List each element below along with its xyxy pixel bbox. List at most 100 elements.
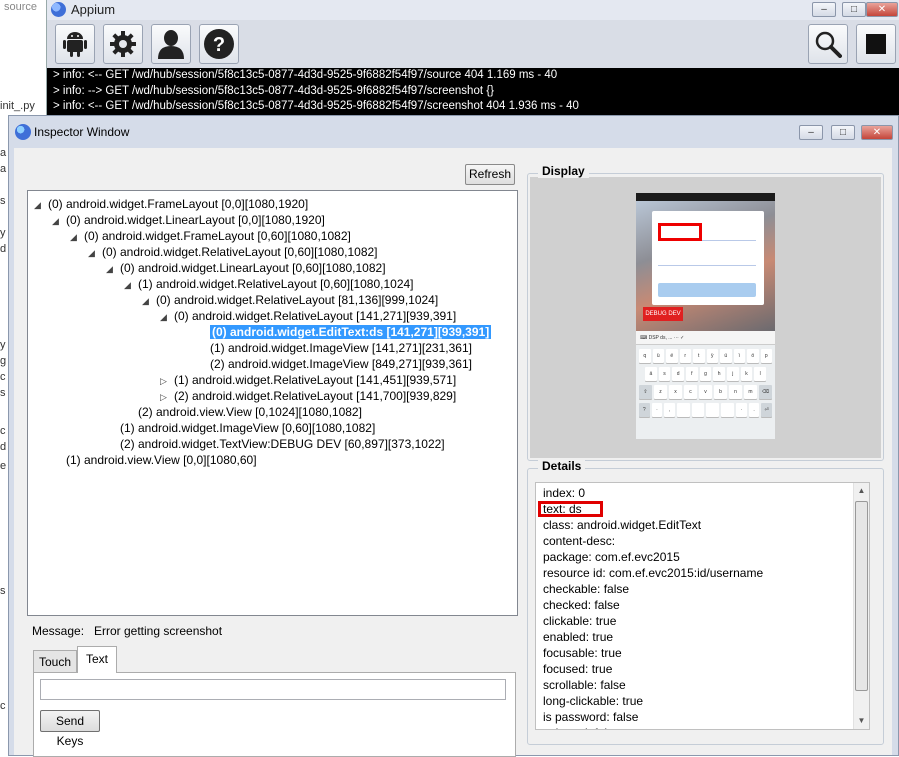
tree-node[interactable]: (2) android.view.View [0,1024][1080,1082… xyxy=(124,404,362,420)
detail-row: selected: false xyxy=(543,725,849,729)
keyboard-key: q xyxy=(639,349,651,363)
android-settings-button[interactable] xyxy=(55,24,95,64)
detail-row: package: com.ef.evc2015 xyxy=(543,550,680,564)
collapse-arrow-icon[interactable]: ◢ xyxy=(160,309,174,325)
collapse-arrow-icon[interactable]: ◢ xyxy=(88,245,102,261)
log-line: > info: --> GET /wd/hub/session/5f8c13c5… xyxy=(53,84,494,97)
scroll-up-icon[interactable]: ▲ xyxy=(854,483,869,499)
help-icon: ? xyxy=(204,29,234,59)
keyboard-key: · xyxy=(651,403,663,417)
keyboard-key: g xyxy=(699,367,712,381)
tree-node[interactable]: (2) android.widget.TextView:DEBUG DEV [6… xyxy=(106,436,445,452)
log-line: > info: <-- GET /wd/hub/session/5f8c13c5… xyxy=(53,69,558,81)
tree-node[interactable]: ◢ (0) android.widget.FrameLayout [0,0][10… xyxy=(34,196,308,212)
inspector-button[interactable] xyxy=(808,24,848,64)
collapse-arrow-icon[interactable]: ◢ xyxy=(106,261,120,277)
collapse-arrow-icon[interactable]: ◢ xyxy=(142,293,156,309)
collapse-arrow-icon[interactable]: ◢ xyxy=(52,213,66,229)
editor-text-fragment: a xyxy=(0,163,7,175)
refresh-button[interactable]: Refresh xyxy=(465,164,515,185)
keyboard-key: d xyxy=(672,367,685,381)
collapse-arrow-icon[interactable]: ◢ xyxy=(70,229,84,245)
send-keys-input[interactable] xyxy=(40,679,506,700)
tree-node[interactable]: (1) android.widget.ImageView [141,271][2… xyxy=(196,340,472,356)
appium-maximize-button[interactable]: □ xyxy=(842,2,866,17)
help-button[interactable]: ? xyxy=(199,24,239,64)
tree-node[interactable]: (2) android.widget.ImageView [849,271][9… xyxy=(196,356,472,372)
editor-text-fragment: y xyxy=(0,227,6,239)
details-list-box[interactable]: index: 0 text: ds class: android.widget.Ed… xyxy=(535,482,870,730)
keyboard-key: ÿ xyxy=(706,349,718,363)
inspector-titlebar: Inspector Window – □ ✕ xyxy=(9,116,898,146)
keyboard-key: · xyxy=(736,403,747,417)
tree-node[interactable]: ◢ (0) android.widget.RelativeLayout [141,… xyxy=(160,308,456,324)
editor-text-fragment: c xyxy=(0,425,6,437)
tree-node-label: (0) android.widget.FrameLayout [0,60][10… xyxy=(84,229,351,243)
detail-row: focusable: true xyxy=(543,646,622,660)
inspector-minimize-button[interactable]: – xyxy=(799,125,823,140)
detail-row: index: 0 xyxy=(543,486,586,500)
detail-row: scrollable: false xyxy=(543,678,626,692)
tree-node-label: (2) android.widget.RelativeLayout [141,7… xyxy=(174,389,457,403)
general-settings-button[interactable] xyxy=(103,24,143,64)
developer-settings-button[interactable] xyxy=(151,24,191,64)
tree-node[interactable]: ◢ (1) android.widget.RelativeLayout [0,60… xyxy=(124,276,414,292)
scroll-thumb[interactable] xyxy=(855,501,868,691)
appium-titlebar: Appium – □ ✕ xyxy=(47,0,899,20)
tree-node[interactable]: ◢ (0) android.widget.LinearLayout [0,0][1… xyxy=(52,212,325,228)
element-tree[interactable]: ◢ (0) android.widget.FrameLayout [0,0][10… xyxy=(27,190,518,616)
log-console[interactable]: > info: <-- GET /wd/hub/session/5f8c13c5… xyxy=(47,68,899,115)
tab-text[interactable]: Text xyxy=(77,646,117,673)
expand-arrow-icon[interactable]: ▷ xyxy=(160,389,174,405)
collapse-arrow-icon[interactable]: ◢ xyxy=(124,277,138,293)
editor-text-fragment: c xyxy=(0,700,6,712)
keyboard-key: c xyxy=(684,385,697,399)
tree-node[interactable]: ◢ (0) android.widget.FrameLayout [0,60][1… xyxy=(70,228,351,244)
send-keys-button[interactable]: Send Keys xyxy=(40,710,100,748)
gear-icon xyxy=(110,31,136,57)
inspector-close-button[interactable]: ✕ xyxy=(861,125,893,140)
tree-node[interactable]: ▷ (2) android.widget.RelativeLayout [141,… xyxy=(160,388,456,404)
tree-node[interactable]: ◢ (0) android.widget.RelativeLayout [0,60… xyxy=(88,244,378,260)
keyboard-key: h xyxy=(713,367,726,381)
soft-keyboard: ⌨ DSP ds, ... ··· ✓ q ü ë r t ÿ ü ï ö p ä s d f g h j k l ⇧… xyxy=(636,331,775,439)
detail-row: content-desc: xyxy=(543,534,616,548)
tab-touch[interactable]: Touch xyxy=(33,650,77,672)
scroll-down-icon[interactable]: ▼ xyxy=(854,713,869,729)
stop-button[interactable] xyxy=(856,24,896,64)
keyboard-key: ë xyxy=(666,349,678,363)
inspector-body: Refresh ◢ (0) android.widget.FrameLayout … xyxy=(14,148,892,757)
user-icon xyxy=(158,30,184,59)
log-line: > info: <-- GET /wd/hub/session/5f8c13c5… xyxy=(53,100,579,112)
tree-node[interactable]: (1) android.widget.ImageView [0,60][1080… xyxy=(106,420,375,436)
device-screenshot[interactable]: DEBUG DEV ⌨ DSP ds, ... ··· ✓ qüërtÿüïöp… xyxy=(636,193,775,439)
tree-node-label: (1) android.view.View [0,0][1080,60] xyxy=(66,453,257,467)
keyboard-key: ü xyxy=(720,349,732,363)
expand-arrow-icon[interactable]: ▷ xyxy=(160,373,174,389)
detail-row: is password: false xyxy=(543,710,639,724)
tree-node-selected[interactable]: (0) android.widget.EditText:ds [141,271]… xyxy=(196,324,492,340)
inspector-maximize-button[interactable]: □ xyxy=(831,125,855,140)
appium-minimize-button[interactable]: – xyxy=(812,2,836,17)
keyboard-key xyxy=(706,403,720,417)
collapse-arrow-icon[interactable]: ◢ xyxy=(34,197,48,213)
inspector-window: Inspector Window – □ ✕ Refresh ◢ (0) andr… xyxy=(8,115,899,757)
text-tab-panel: Send Keys xyxy=(33,672,516,757)
tree-node[interactable]: ◢ (0) android.widget.LinearLayout [0,60][… xyxy=(106,260,386,276)
details-scrollbar[interactable]: ▲ ▼ xyxy=(853,483,869,729)
appium-close-button[interactable]: ✕ xyxy=(866,2,898,17)
tree-node-label: (0) android.widget.EditText:ds [141,271]… xyxy=(210,325,492,339)
keyboard-key: t xyxy=(693,349,705,363)
detail-row: class: android.widget.EditText xyxy=(543,518,702,532)
login-button-preview xyxy=(658,283,756,297)
tree-node[interactable]: ◢ (0) android.widget.RelativeLayout [81,1… xyxy=(142,292,438,308)
keyboard-key: n xyxy=(729,385,742,399)
editor-text-fragment: source xyxy=(4,1,38,13)
details-title: Details xyxy=(538,459,586,473)
keyboard-key xyxy=(676,403,690,417)
keyboard-row: ? ·, ·. ⏎ xyxy=(639,403,772,417)
tree-node[interactable]: (1) android.view.View [0,0][1080,60] xyxy=(52,452,257,468)
tree-node[interactable]: ▷ (1) android.widget.RelativeLayout [141,… xyxy=(160,372,456,388)
keyboard-key: ⏎ xyxy=(761,403,772,417)
inspector-logo-icon xyxy=(15,124,31,140)
